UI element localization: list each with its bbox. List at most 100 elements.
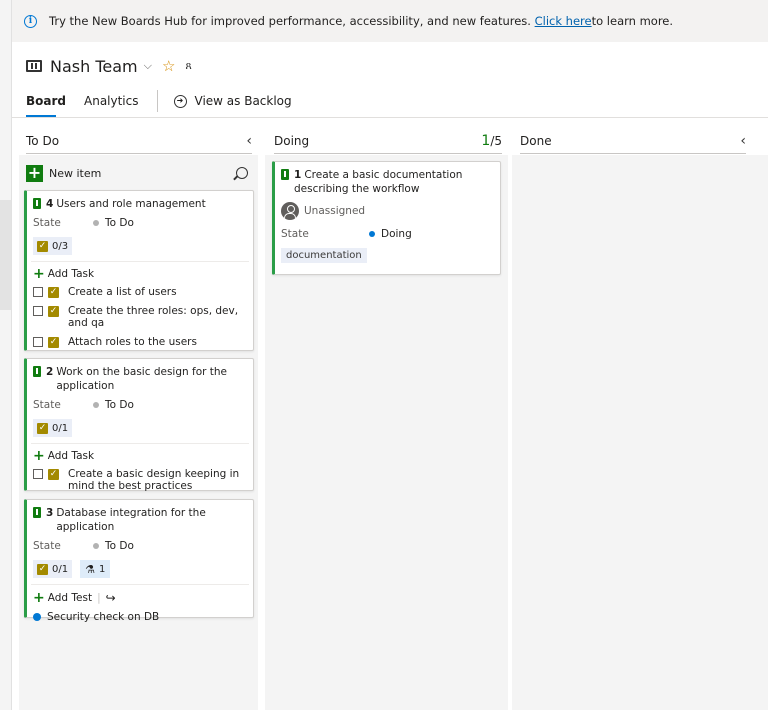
circle-arrow-icon: ➜ bbox=[173, 94, 187, 108]
redo-icon[interactable]: ↪ bbox=[106, 591, 116, 605]
column-header-todo: To Do ‹ bbox=[26, 133, 252, 154]
task-icon: ✓ bbox=[37, 240, 48, 252]
search-icon[interactable] bbox=[236, 167, 248, 179]
wip-limit: /5 bbox=[490, 134, 502, 148]
test-status-dot bbox=[33, 613, 41, 621]
card-badges: ✓ 0/1 ⚗ 1 bbox=[27, 552, 253, 578]
plus-icon[interactable]: + bbox=[26, 164, 43, 182]
state-label: State bbox=[281, 228, 309, 240]
state-label: State bbox=[33, 399, 61, 411]
work-item-card[interactable]: 4 Users and role management State To Do … bbox=[24, 190, 254, 351]
chevron-down-icon[interactable]: ⌵ bbox=[144, 59, 152, 73]
new-item-button[interactable]: New item bbox=[49, 167, 236, 180]
state-field: State Doing bbox=[275, 228, 500, 240]
header-divider bbox=[12, 117, 768, 118]
task-progress: 0/1 bbox=[52, 563, 69, 575]
task-row: ✓ Create a list of users bbox=[27, 282, 253, 301]
task-icon: ✓ bbox=[48, 306, 59, 317]
add-task-label: Add Task bbox=[47, 268, 95, 280]
task-progress: 0/3 bbox=[52, 240, 69, 252]
add-task-button[interactable]: + Add Task bbox=[27, 444, 253, 464]
add-task-label: Add Task bbox=[47, 450, 95, 462]
banner-text: Try the New Boards Hub for improved perf… bbox=[49, 14, 531, 28]
trophy-icon bbox=[33, 507, 41, 518]
task-icon: ✓ bbox=[48, 337, 59, 348]
new-item-bar: + New item bbox=[26, 162, 252, 184]
tab-analytics[interactable]: Analytics bbox=[84, 94, 139, 108]
task-title[interactable]: Create the three roles: ops, dev, and qa bbox=[68, 305, 247, 329]
card-title[interactable]: 4 Users and role management bbox=[27, 191, 253, 211]
work-item-card[interactable]: 2 Work on the basic design for the appli… bbox=[24, 358, 254, 492]
team-title-row: Nash Team ⌵ ☆ ጸ bbox=[26, 56, 192, 76]
state-value[interactable]: Doing bbox=[381, 228, 412, 240]
work-item-card[interactable]: 1 Create a basic documentation describing… bbox=[272, 161, 501, 275]
assignee-name: Unassigned bbox=[304, 205, 366, 217]
task-icon: ✓ bbox=[48, 469, 59, 480]
team-name[interactable]: Nash Team bbox=[50, 57, 138, 76]
column-header-doing: Doing 1/5 bbox=[274, 133, 502, 154]
task-checkbox[interactable] bbox=[33, 469, 43, 479]
task-icon: ✓ bbox=[48, 287, 59, 298]
state-dot bbox=[369, 231, 375, 237]
card-title[interactable]: 1 Create a basic documentation describing… bbox=[275, 162, 500, 196]
board-icon bbox=[26, 60, 42, 72]
state-value[interactable]: To Do bbox=[105, 217, 134, 229]
info-icon: i bbox=[24, 14, 37, 28]
task-progress-badge[interactable]: ✓ 0/1 bbox=[33, 419, 73, 437]
card-title[interactable]: 2 Work on the basic design for the appli… bbox=[27, 359, 253, 393]
column-name-doing: Doing bbox=[274, 134, 310, 148]
column-name-todo: To Do bbox=[26, 134, 60, 148]
wip-current: 1 bbox=[481, 133, 491, 149]
people-icon[interactable]: ጸ bbox=[185, 59, 191, 73]
task-title[interactable]: Attach roles to the users bbox=[68, 336, 197, 348]
add-test-button[interactable]: + Add Test | ↪ bbox=[27, 585, 253, 607]
card-title-text[interactable]: Database integration for the application bbox=[56, 506, 247, 534]
task-title[interactable]: Create a basic design keeping in mind th… bbox=[68, 468, 247, 492]
assignee-field[interactable]: Unassigned bbox=[275, 196, 500, 220]
test-row: Security check on DB bbox=[27, 607, 253, 627]
card-title-text[interactable]: Create a basic documentation describing … bbox=[294, 169, 462, 195]
banner-link[interactable]: Click here bbox=[535, 14, 592, 28]
card-title-text[interactable]: Work on the basic design for the applica… bbox=[56, 365, 247, 393]
avatar-icon bbox=[281, 202, 299, 220]
add-task-button[interactable]: + Add Task bbox=[27, 262, 253, 282]
task-checkbox[interactable] bbox=[33, 306, 43, 316]
tab-divider bbox=[156, 90, 158, 112]
task-checkbox[interactable] bbox=[33, 287, 43, 297]
backlog-link-label: View as Backlog bbox=[194, 94, 292, 108]
collapse-chevron-icon[interactable]: ‹ bbox=[246, 133, 252, 149]
card-title-text[interactable]: Users and role management bbox=[56, 197, 205, 211]
collapse-chevron-icon[interactable]: ‹ bbox=[740, 133, 746, 149]
task-progress-badge[interactable]: ✓ 0/3 bbox=[33, 237, 73, 255]
trophy-icon bbox=[281, 169, 289, 180]
tab-bar: Board Analytics ➜ View as Backlog bbox=[26, 90, 292, 112]
plus-icon: + bbox=[33, 590, 45, 606]
card-title[interactable]: 3 Database integration for the applicati… bbox=[27, 500, 253, 534]
state-field: State To Do bbox=[27, 399, 253, 411]
task-title[interactable]: Create a list of users bbox=[68, 286, 177, 298]
test-count: 1 bbox=[98, 563, 106, 575]
state-field: State To Do bbox=[27, 540, 253, 552]
work-item-card[interactable]: 3 Database integration for the applicati… bbox=[24, 499, 254, 623]
state-dot bbox=[93, 220, 99, 226]
column-body-done bbox=[512, 155, 768, 710]
left-nav-shade bbox=[0, 200, 11, 310]
task-row: ✓ Attach roles to the users bbox=[27, 332, 253, 351]
state-value[interactable]: To Do bbox=[105, 540, 134, 552]
star-icon[interactable]: ☆ bbox=[162, 57, 175, 75]
tag-badge[interactable]: documentation bbox=[281, 248, 367, 263]
card-id: 2 bbox=[46, 366, 54, 378]
card-id: 4 bbox=[46, 198, 54, 210]
column-header-done: Done ‹ bbox=[520, 133, 746, 154]
view-as-backlog-link[interactable]: ➜ View as Backlog bbox=[173, 94, 292, 108]
test-title[interactable]: Security check on DB bbox=[47, 611, 159, 623]
state-dot bbox=[93, 402, 99, 408]
task-progress-badge[interactable]: ✓ 0/1 bbox=[33, 560, 73, 578]
test-badge[interactable]: ⚗ 1 bbox=[80, 560, 111, 578]
card-id: 1 bbox=[294, 169, 302, 181]
state-dot bbox=[93, 543, 99, 549]
tab-board[interactable]: Board bbox=[26, 94, 66, 108]
state-value[interactable]: To Do bbox=[105, 399, 134, 411]
task-checkbox[interactable] bbox=[33, 337, 43, 347]
plus-icon: + bbox=[33, 448, 45, 464]
